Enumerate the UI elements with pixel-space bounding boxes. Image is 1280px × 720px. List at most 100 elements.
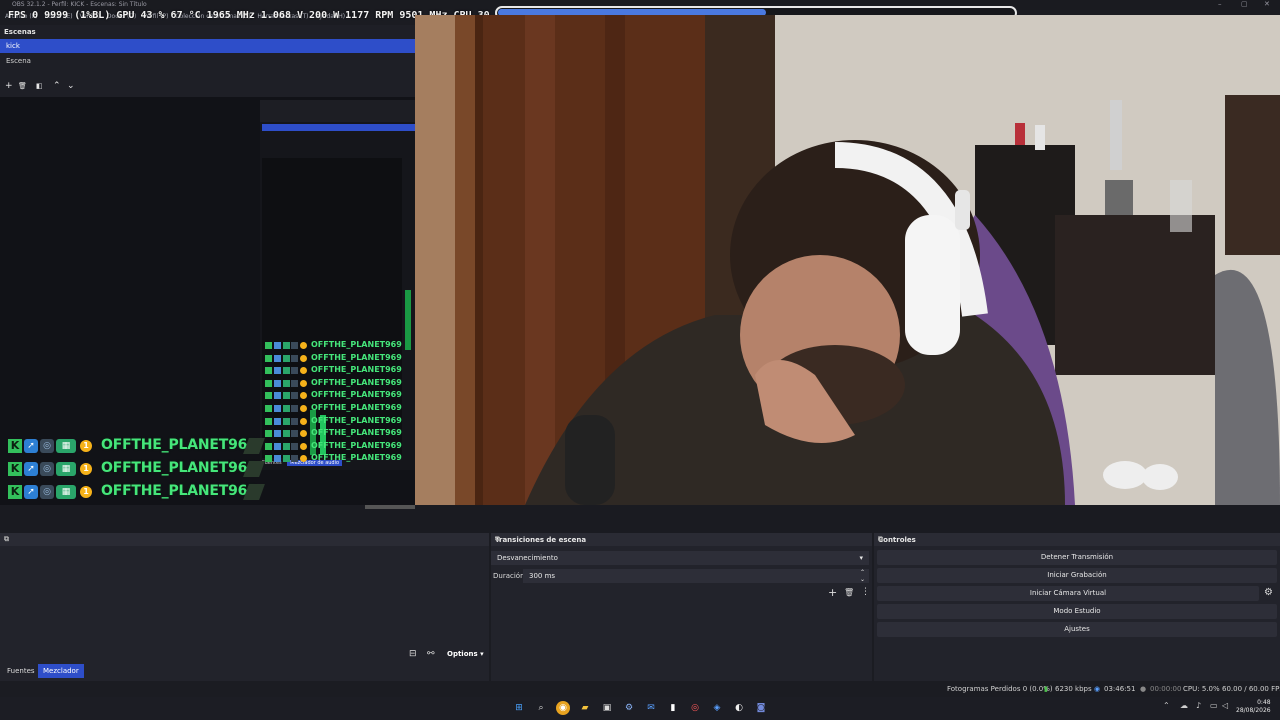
tab-mezclador[interactable]: Mezclador de audio (38, 664, 84, 689)
overlay-user-row: K➚◎▦ 1 OFFTHE_PLANET969 (8, 437, 265, 457)
kick-icon (265, 354, 272, 362)
globe-icon (291, 455, 298, 463)
badge-icon: ▦ (56, 485, 76, 499)
nested-overlay-row: OFFTHE_PLANET969 (265, 428, 402, 440)
tray-network-icon[interactable]: ▭ (1210, 701, 1218, 710)
move-up-button[interactable]: ⌃ (53, 81, 61, 91)
transition-type-select[interactable]: Desvanecimiento ▾ (491, 551, 869, 565)
badge-icon (283, 417, 290, 425)
store-icon[interactable]: ▣ (600, 701, 614, 715)
nested-overlay-row: OFFTHE_PLANET969 (265, 453, 402, 465)
kick-icon (265, 392, 272, 400)
kick-icon: K (8, 462, 22, 476)
remove-transition-icon[interactable]: 🗑 (844, 588, 854, 597)
overlay-username: OFFTHE_PLANET969 (311, 415, 402, 425)
stop-streaming-button[interactable]: Detener Transmisión (877, 550, 1277, 565)
nested-overlay-row: OFFTHE_PLANET969 (265, 353, 402, 365)
dock-popout-icon[interactable]: ⧉ (495, 535, 868, 544)
coin-icon (300, 342, 307, 349)
nested-overlay-row: OFFTHE_PLANET969 (265, 415, 402, 428)
kick-icon (265, 405, 272, 412)
remove-scene-button[interactable]: 🗑 (18, 82, 27, 90)
chrome-icon[interactable]: ◉ (556, 701, 570, 715)
globe-icon (291, 417, 298, 425)
controls-dock-header: Controles ⧉ (874, 533, 1280, 546)
duration-label: Duración (493, 572, 525, 580)
record-time: 00:00:00 (1150, 685, 1182, 693)
verified-icon (274, 455, 281, 463)
settings-app-icon[interactable]: ⚙ (622, 701, 636, 715)
mixer-link-icon[interactable]: ⚯ (427, 649, 435, 659)
discord-icon[interactable]: ◙ (754, 701, 768, 715)
studio-mode-button[interactable]: Modo Estudio (877, 604, 1277, 619)
start-recording-button[interactable]: Iniciar Grabación (877, 568, 1277, 583)
gear-icon[interactable]: ⚙ (1264, 587, 1273, 598)
tab-fuentes[interactable]: Fuentes (2, 664, 40, 678)
badge-icon (283, 379, 290, 387)
tray-mic-icon[interactable]: ♪ (1196, 701, 1201, 710)
verified-icon (274, 442, 281, 450)
horizontal-scrollbar[interactable] (365, 505, 415, 509)
minimize-button[interactable]: – (1218, 0, 1222, 8)
search-icon[interactable]: ⌕ (534, 701, 548, 715)
tray-volume-icon[interactable]: ◁ (1222, 701, 1228, 710)
settings-button[interactable]: Ajustes (877, 622, 1277, 637)
folder-icon[interactable]: ▰ (578, 701, 592, 715)
transitions-dock: Transiciones de escena ⧉ Desvanecimiento… (491, 533, 872, 681)
scenes-header: Escenas (4, 28, 36, 36)
spin-down-icon[interactable]: ⌄ (860, 573, 865, 587)
scene-toolbar: + 🗑 ◧ ⌃ ⌄ (0, 81, 415, 93)
scene-item-kick[interactable]: kick (0, 39, 415, 53)
transition-menu-icon[interactable]: ⋮ (861, 587, 870, 597)
globe-icon (291, 354, 298, 362)
coin-icon: 1 (80, 486, 92, 498)
tray-chevron-icon[interactable]: ⌃ (1163, 701, 1170, 710)
kick-icon (265, 417, 272, 425)
badge-icon (283, 354, 290, 362)
nested-overlay-row: OFFTHE_PLANET969 (265, 378, 402, 390)
start-virtual-camera-button[interactable]: Iniciar Cámara Virtual (877, 586, 1259, 601)
audio-app-icon[interactable]: ▮ (666, 701, 680, 715)
mixer-options-button[interactable]: Options ▾ (442, 647, 489, 661)
app-icon-2[interactable]: ◈ (710, 701, 724, 715)
verified-icon (274, 354, 281, 362)
add-transition-icon[interactable]: + (828, 586, 837, 599)
stream-time: 03:46:51 (1104, 685, 1136, 693)
start-icon[interactable]: ⊞ (512, 701, 526, 715)
window-title: OBS 32.1.2 - Perfil: KICK - Escenas: Sin… (12, 1, 147, 8)
mail-icon[interactable]: ✉ (644, 701, 658, 715)
overlay-username: OFFTHE_PLANET969 (101, 437, 257, 453)
clock-time: 0:48 (1257, 699, 1271, 706)
badge-icon (283, 405, 290, 412)
mixer-layout-icon[interactable]: ⊟ (409, 649, 417, 659)
add-scene-button[interactable]: + (5, 81, 13, 91)
controls-dock: Controles ⧉ Detener Transmisión Iniciar … (874, 533, 1280, 681)
signal-icon: ▮ (1044, 685, 1048, 693)
kick-icon (265, 379, 272, 387)
scene-item-escena[interactable]: Escena (0, 56, 415, 68)
nested-titlebar (260, 100, 415, 122)
clock-date: 28/08/2026 (1236, 707, 1271, 714)
cpu-usage: CPU: 5.0% (1183, 685, 1220, 693)
maximize-button[interactable]: ▢ (1241, 0, 1248, 8)
verified-icon (274, 430, 281, 438)
kick-icon: K (8, 439, 22, 453)
kick-icon (265, 430, 272, 438)
globe-icon (291, 379, 298, 387)
dock-popout-icon[interactable]: ⧉ (878, 535, 1276, 544)
duration-input[interactable]: 300 ms ⌃ ⌄ (523, 569, 869, 583)
verified-icon (274, 405, 281, 412)
close-button[interactable]: ✕ (1264, 0, 1270, 8)
scene-filters-button[interactable]: ◧ (36, 82, 43, 90)
move-down-button[interactable]: ⌄ (67, 81, 75, 91)
verified-icon: ➚ (24, 462, 38, 476)
obs-icon[interactable]: ◐ (732, 701, 746, 715)
dock-popout-icon[interactable]: ⧉ (4, 535, 485, 544)
coin-icon: 1 (80, 463, 92, 475)
system-clock[interactable]: 0:48 28/08/2026 (1236, 699, 1271, 715)
app-icon[interactable]: ◎ (688, 701, 702, 715)
coin-icon (300, 442, 307, 450)
kick-icon (265, 455, 272, 463)
tray-cloud-icon[interactable]: ☁ (1180, 701, 1188, 710)
badge-icon (283, 342, 290, 349)
